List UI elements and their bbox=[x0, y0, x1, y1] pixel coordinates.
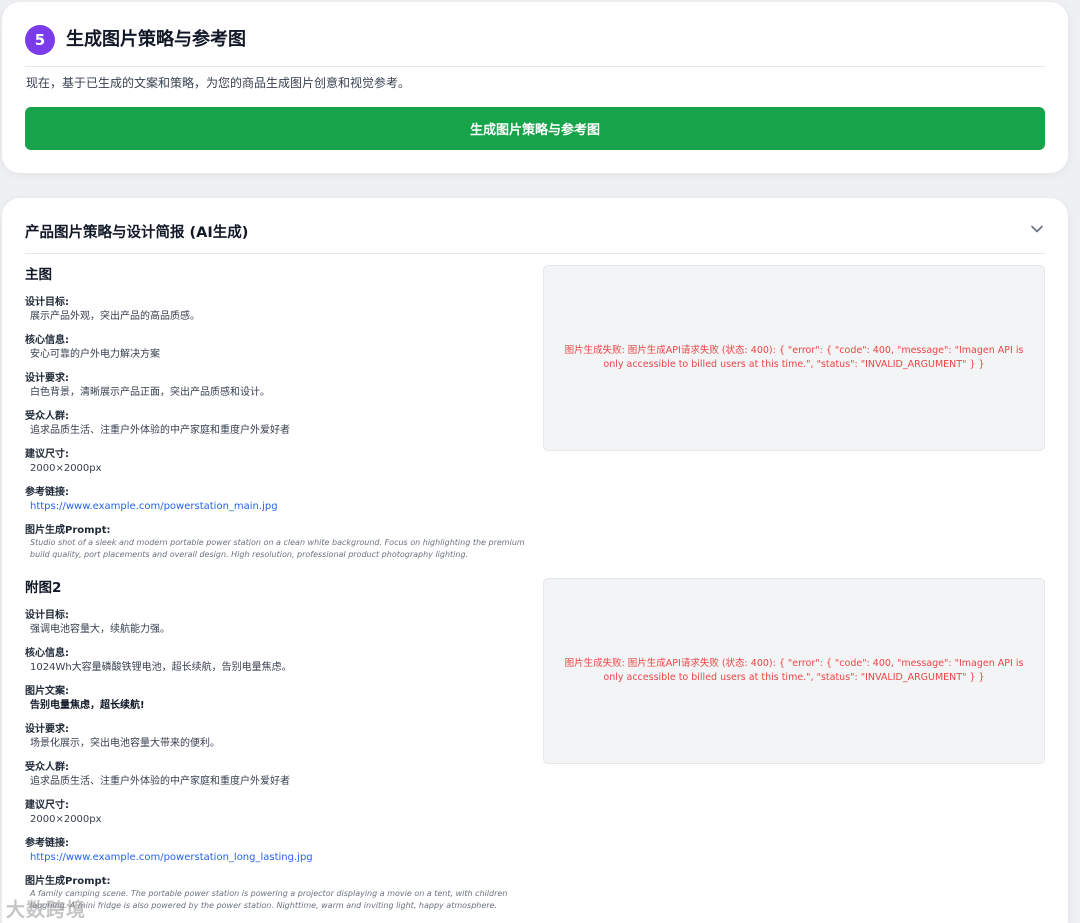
section-title: 附图2 bbox=[25, 580, 62, 596]
image-section-main: 主图 设计目标: 展示产品外观，突出产品的高品质感。 核心信息: 安心可靠的户外… bbox=[25, 266, 530, 569]
field-core-message: 核心信息: 安心可靠的户外电力解决方案 bbox=[25, 334, 530, 363]
field-core-message: 核心信息: 1024Wh大容量磷酸铁锂电池，超长续航，告别电量焦虑。 bbox=[25, 647, 530, 676]
field-label: 参考链接: bbox=[25, 487, 69, 498]
field-label: 核心信息: bbox=[25, 648, 69, 659]
field-prompt: 图片生成Prompt: Studio shot of a sleek and m… bbox=[25, 524, 530, 560]
step-description: 现在，基于已生成的文案和策略，为您的商品生成图片创意和视觉参考。 bbox=[26, 76, 411, 90]
step-card: 5 生成图片策略与参考图 现在，基于已生成的文案和策略，为您的商品生成图片创意和… bbox=[2, 2, 1068, 173]
field-label: 图片生成Prompt: bbox=[25, 525, 111, 536]
step-header: 5 生成图片策略与参考图 bbox=[25, 25, 1045, 67]
section-title: 主图 bbox=[25, 267, 52, 283]
field-value: 追求品质生活、注重户外体验的中产家庭和重度户外爱好者 bbox=[30, 425, 290, 436]
brief-card: 产品图片策略与设计简报 (AI生成) 主图 设计目标: 展示产品外观，突出产品的… bbox=[2, 198, 1068, 923]
field-label: 参考链接: bbox=[25, 838, 69, 849]
field-design-goal: 设计目标: 展示产品外观，突出产品的高品质感。 bbox=[25, 296, 530, 325]
field-prompt: 图片生成Prompt: A family camping scene. The … bbox=[25, 875, 530, 911]
step-number-badge: 5 bbox=[25, 25, 55, 55]
field-value: 1024Wh大容量磷酸铁锂电池，超长续航，告别电量焦虑。 bbox=[30, 662, 292, 673]
brief-header[interactable]: 产品图片策略与设计简报 (AI生成) bbox=[25, 216, 1045, 254]
field-design-requirements: 设计要求: 场景化展示，突出电池容量大带来的便利。 bbox=[25, 723, 530, 752]
prompt-text: A family camping scene. The portable pow… bbox=[30, 889, 508, 910]
field-label: 设计要求: bbox=[25, 724, 69, 735]
field-value: 场景化展示，突出电池容量大带来的便利。 bbox=[30, 738, 220, 749]
step-title: 生成图片策略与参考图 bbox=[66, 29, 246, 50]
field-audience: 受众人群: 追求品质生活、注重户外体验的中产家庭和重度户外爱好者 bbox=[25, 410, 530, 439]
reference-link[interactable]: https://www.example.com/powerstation_lon… bbox=[25, 850, 530, 866]
reference-link[interactable]: https://www.example.com/powerstation_mai… bbox=[25, 499, 530, 515]
field-label: 设计要求: bbox=[25, 373, 69, 384]
field-value: 告别电量焦虑，超长续航! bbox=[30, 700, 145, 711]
field-design-goal: 设计目标: 强调电池容量大，续航能力强。 bbox=[25, 609, 530, 638]
field-value: 2000×2000px bbox=[30, 463, 102, 474]
generate-image-strategy-button[interactable]: 生成图片策略与参考图 bbox=[25, 107, 1045, 150]
image-error-message: 图片生成失败: 图片生成API请求失败 (状态: 400): { "error"… bbox=[564, 344, 1024, 371]
field-value: 2000×2000px bbox=[30, 814, 102, 825]
field-label: 设计目标: bbox=[25, 297, 69, 308]
prompt-text: Studio shot of a sleek and modern portab… bbox=[30, 538, 525, 559]
field-value: 强调电池容量大，续航能力强。 bbox=[30, 624, 170, 635]
field-audience: 受众人群: 追求品质生活、注重户外体验的中产家庭和重度户外爱好者 bbox=[25, 761, 530, 790]
field-label: 建议尺寸: bbox=[25, 449, 69, 460]
field-label: 图片文案: bbox=[25, 686, 69, 697]
image-preview-secondary-2: 图片生成失败: 图片生成API请求失败 (状态: 400): { "error"… bbox=[543, 578, 1045, 764]
field-label: 核心信息: bbox=[25, 335, 69, 346]
field-label: 图片生成Prompt: bbox=[25, 876, 111, 887]
field-value: 展示产品外观，突出产品的高品质感。 bbox=[30, 311, 200, 322]
field-value: 追求品质生活、注重户外体验的中产家庭和重度户外爱好者 bbox=[30, 776, 290, 787]
field-design-requirements: 设计要求: 白色背景，清晰展示产品正面，突出产品质感和设计。 bbox=[25, 372, 530, 401]
field-label: 受众人群: bbox=[25, 762, 69, 773]
field-label: 设计目标: bbox=[25, 610, 69, 621]
image-preview-main: 图片生成失败: 图片生成API请求失败 (状态: 400): { "error"… bbox=[543, 265, 1045, 451]
field-size: 建议尺寸: 2000×2000px bbox=[25, 799, 530, 828]
watermark-logo: 大数跨境 bbox=[6, 899, 87, 921]
field-value: 白色背景，清晰展示产品正面，突出产品质感和设计。 bbox=[30, 387, 270, 398]
chevron-down-icon[interactable] bbox=[1030, 222, 1044, 236]
field-reference-link: 参考链接: https://www.example.com/powerstati… bbox=[25, 837, 530, 866]
brief-title: 产品图片策略与设计简报 (AI生成) bbox=[25, 225, 249, 241]
image-section-secondary-2: 附图2 设计目标: 强调电池容量大，续航能力强。 核心信息: 1024Wh大容量… bbox=[25, 579, 530, 920]
field-size: 建议尺寸: 2000×2000px bbox=[25, 448, 530, 477]
field-label: 建议尺寸: bbox=[25, 800, 69, 811]
field-reference-link: 参考链接: https://www.example.com/powerstati… bbox=[25, 486, 530, 515]
field-label: 受众人群: bbox=[25, 411, 69, 422]
field-image-copy: 图片文案: 告别电量焦虑，超长续航! bbox=[25, 685, 530, 714]
image-error-message: 图片生成失败: 图片生成API请求失败 (状态: 400): { "error"… bbox=[564, 657, 1024, 684]
field-value: 安心可靠的户外电力解决方案 bbox=[30, 349, 160, 360]
